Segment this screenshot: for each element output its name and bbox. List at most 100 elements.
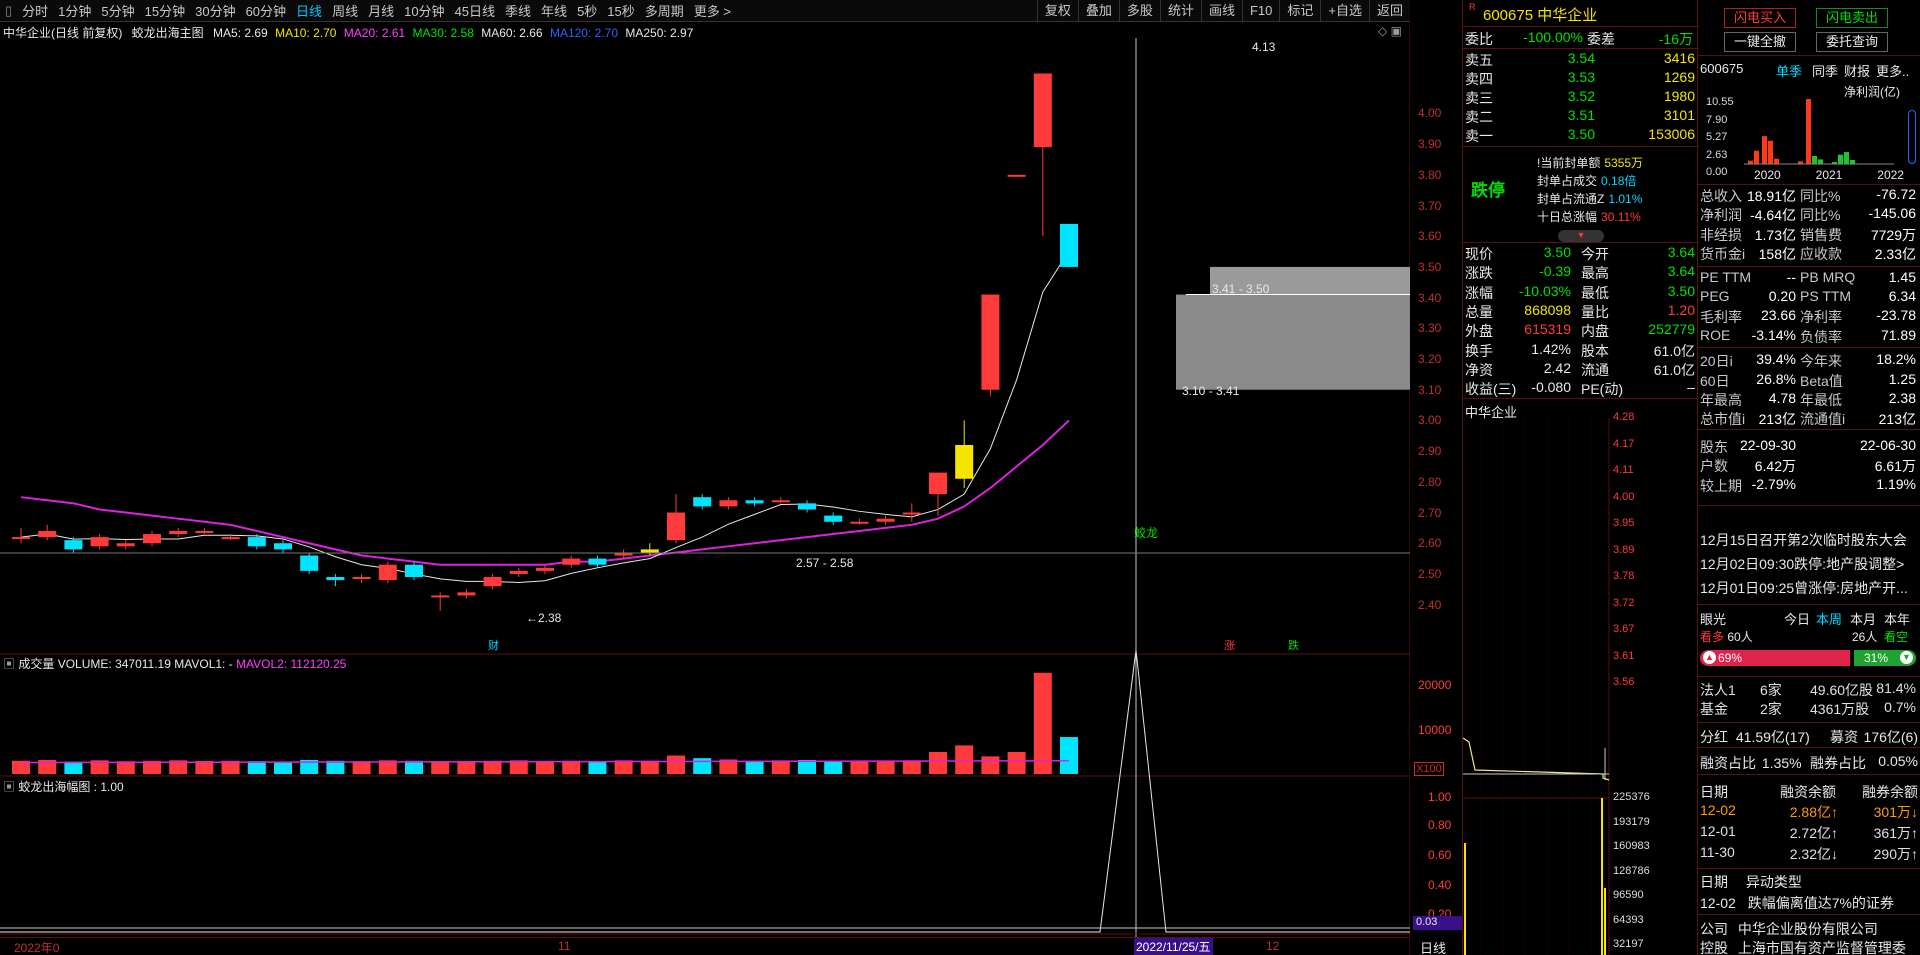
- period-tab[interactable]: 分时: [17, 1, 53, 20]
- bull-count: 60人: [1727, 630, 1753, 644]
- candle: [509, 570, 528, 574]
- volume-bar: [929, 752, 947, 774]
- period-tab[interactable]: 10分钟: [399, 1, 449, 20]
- margin-row[interactable]: 11-30 2.32亿↓ 290万↑: [1700, 844, 1918, 864]
- period-tab[interactable]: 周线: [327, 1, 363, 20]
- order-book-row[interactable]: 卖二 3.51 3101: [1465, 107, 1697, 126]
- fin-tab[interactable]: 单季: [1776, 61, 1802, 80]
- app-window: ▯ 分时 1分钟 5分钟 15分钟 30分钟 60分钟 日线 周线 月线 10分…: [0, 0, 1920, 955]
- candle: [326, 577, 345, 581]
- profit-bar-chart[interactable]: [1744, 94, 1894, 166]
- period-tab[interactable]: 15分钟: [140, 1, 190, 20]
- order-query-button[interactable]: 委托查询: [1816, 32, 1888, 52]
- candle: [38, 530, 57, 538]
- fin-label: 20日i: [1700, 353, 1733, 370]
- quote-header: 600675 中华企业: [1483, 4, 1597, 25]
- tool-button[interactable]: 返回: [1368, 0, 1410, 22]
- level-price: 3.52: [1567, 88, 1595, 104]
- mini-axis-label: 3.78: [1613, 570, 1635, 582]
- fin-stat-row: 总收入 18.91亿 同比% -76.72: [1700, 186, 1918, 205]
- fin-tab[interactable]: 财报: [1844, 61, 1870, 80]
- period-tab[interactable]: 60分钟: [241, 1, 291, 20]
- limit-up-marker[interactable]: 涨: [1224, 637, 1235, 653]
- profit-bar: [1754, 150, 1759, 164]
- period-tab-active[interactable]: 日线: [291, 1, 327, 20]
- menu-icon[interactable]: ▯: [0, 3, 17, 19]
- tool-button[interactable]: 标记: [1279, 0, 1320, 22]
- quote-stat-row: 涨幅 -10.03% 最低 3.50: [1465, 283, 1697, 302]
- eye-tab[interactable]: 本年: [1884, 609, 1910, 628]
- flash-buy-button[interactable]: 闪电买入: [1724, 8, 1796, 28]
- company-label: 公司: [1700, 921, 1728, 937]
- sub-axis-label: 0.60: [1428, 848, 1452, 862]
- limit-down-marker[interactable]: 跌: [1288, 637, 1299, 653]
- fin-label: 同比%: [1800, 207, 1841, 224]
- eye-tab[interactable]: 今日: [1784, 609, 1810, 628]
- order-book-row[interactable]: 卖三 3.52 1980: [1465, 88, 1697, 107]
- level-price: 3.53: [1567, 69, 1595, 85]
- div-value: 41.59亿(17): [1735, 729, 1810, 745]
- volume-bar: [405, 760, 423, 774]
- scroll-handle[interactable]: [1908, 110, 1916, 164]
- margin-cell: 2.72亿↑: [1789, 825, 1838, 841]
- tool-button[interactable]: 多股: [1118, 0, 1160, 22]
- profit-bar: [1844, 152, 1849, 164]
- period-tab[interactable]: 年线: [536, 1, 572, 20]
- panel-icon[interactable]: ▣: [3, 657, 15, 671]
- volume-bar: [614, 760, 633, 774]
- fin-tab[interactable]: 同季: [1812, 61, 1838, 80]
- period-tab[interactable]: 30分钟: [190, 1, 240, 20]
- tool-button[interactable]: F10: [1241, 0, 1279, 22]
- fin-value: -145.06: [1868, 205, 1916, 222]
- sub-axis-label: 0.40: [1428, 878, 1452, 892]
- abn-row[interactable]: 12-02 跌幅偏离值达7%的证券: [1700, 893, 1918, 913]
- news-item[interactable]: 12月15日召开第2次临时股东大会: [1700, 530, 1918, 550]
- flash-sell-button[interactable]: 闪电卖出: [1816, 8, 1888, 28]
- eye-tab[interactable]: 本月: [1850, 609, 1876, 628]
- institution-row[interactable]: 法人1 6家 49.60亿股 81.4%: [1700, 680, 1918, 699]
- price-axis-label: 2.50: [1418, 566, 1442, 581]
- tool-button[interactable]: 画线: [1200, 0, 1242, 22]
- weibi-row: 委比 -100.00% 委差 -16万: [1465, 29, 1697, 49]
- volume-bar: [876, 760, 895, 774]
- fin-value: 7729万: [1870, 226, 1916, 243]
- order-book-row[interactable]: 卖一 3.50 153006: [1465, 126, 1697, 145]
- bull-bar[interactable]: 69%: [1700, 650, 1850, 666]
- period-tab[interactable]: 更多 >: [689, 1, 736, 20]
- collapse-icon[interactable]: ▾: [1558, 230, 1604, 242]
- fin-tab[interactable]: 更多..: [1876, 61, 1909, 80]
- tool-button[interactable]: 统计: [1159, 0, 1201, 22]
- mini-axis-label: 96590: [1613, 889, 1644, 901]
- tool-button[interactable]: +自选: [1320, 0, 1369, 22]
- tool-button[interactable]: 叠加: [1077, 0, 1119, 22]
- candle: [457, 592, 476, 596]
- period-tab[interactable]: 5分钟: [96, 1, 139, 20]
- institution-row[interactable]: 基金 2家 4361万股 0.7%: [1700, 699, 1918, 718]
- news-item[interactable]: 12月01日09:25曾涨停:房地产开...: [1700, 578, 1918, 598]
- period-tab[interactable]: 月线: [363, 1, 399, 20]
- kline-chart[interactable]: [0, 22, 1410, 955]
- candle: [195, 530, 214, 533]
- period-tab[interactable]: 季线: [500, 1, 536, 20]
- margin-row[interactable]: 12-02 2.88亿↑ 301万↓: [1700, 802, 1918, 822]
- fin-value: -76.72: [1876, 186, 1916, 202]
- mini-intraday-chart[interactable]: [1463, 418, 1699, 955]
- period-tab[interactable]: 45日线: [450, 1, 500, 20]
- cancel-all-button[interactable]: 一键全撤: [1724, 32, 1796, 52]
- eye-tab[interactable]: 本周: [1816, 609, 1842, 628]
- fin-label: 总市值i: [1700, 411, 1746, 428]
- margin-row[interactable]: 12-01 2.72亿↑ 361万↑: [1700, 823, 1918, 843]
- finance-marker[interactable]: 财: [488, 637, 499, 653]
- order-book-row[interactable]: 卖五 3.54 3416: [1465, 50, 1697, 69]
- period-tab[interactable]: 多周期: [640, 1, 689, 20]
- panel-icon[interactable]: ▣: [3, 780, 15, 794]
- volume-unit: X100: [1414, 762, 1444, 776]
- period-tab[interactable]: 15秒: [602, 1, 639, 20]
- period-tab[interactable]: 1分钟: [53, 1, 96, 20]
- tool-button[interactable]: 复权: [1036, 0, 1078, 22]
- order-book-row[interactable]: 卖四 3.53 1269: [1465, 69, 1697, 88]
- period-tab[interactable]: 5秒: [572, 1, 602, 20]
- margin-cell: 2.88亿↑: [1789, 804, 1838, 820]
- news-item[interactable]: 12月02日09:30跌停:地产股调整>: [1700, 554, 1918, 574]
- seal-value: 5355万: [1604, 156, 1644, 170]
